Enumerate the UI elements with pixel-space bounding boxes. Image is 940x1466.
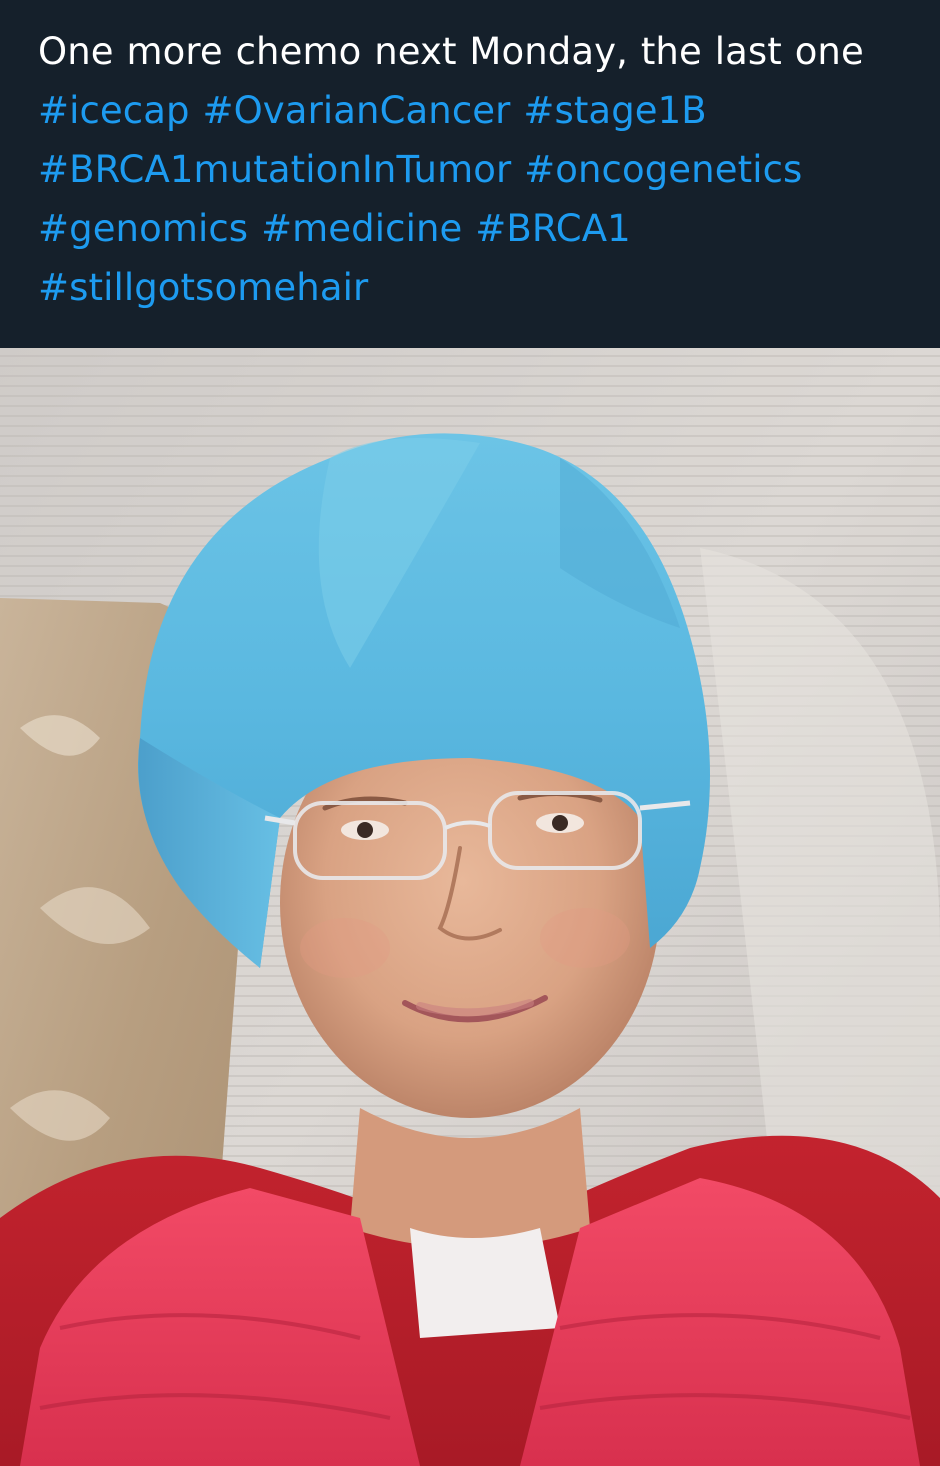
- photo-illustration: [0, 348, 940, 1466]
- tweet-photo[interactable]: [0, 348, 940, 1466]
- hashtag-brca1[interactable]: #BRCA1: [475, 207, 631, 250]
- tweet-text-body: One more chemo next Monday, the last one: [38, 30, 864, 73]
- hashtag-genomics[interactable]: #genomics: [38, 207, 248, 250]
- hashtag-stage1b[interactable]: #stage1B: [523, 89, 706, 132]
- tweet-header: One more chemo next Monday, the last one…: [0, 0, 940, 348]
- hashtag-stillgotsomehair[interactable]: #stillgotsomehair: [38, 266, 368, 309]
- hashtag-icecap[interactable]: #icecap: [38, 89, 190, 132]
- hashtag-oncogenetics[interactable]: #oncogenetics: [524, 148, 802, 191]
- hashtag-ovarian-cancer[interactable]: #OvarianCancer: [202, 89, 510, 132]
- hashtag-brca1-mutation-in-tumor[interactable]: #BRCA1mutationInTumor: [38, 148, 511, 191]
- hashtag-medicine[interactable]: #medicine: [261, 207, 462, 250]
- tweet-text: One more chemo next Monday, the last one…: [38, 22, 904, 317]
